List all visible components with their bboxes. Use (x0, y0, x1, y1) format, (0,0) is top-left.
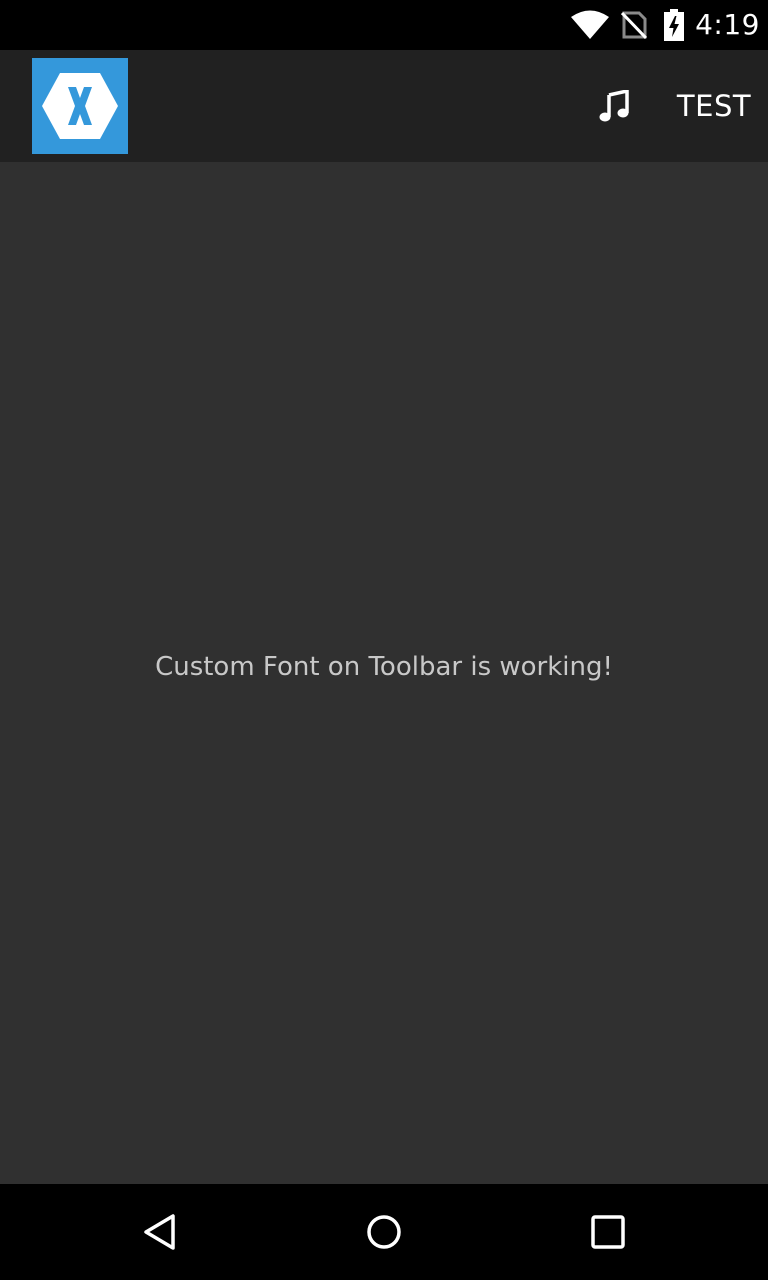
status-message: Custom Font on Toolbar is working! (155, 652, 613, 682)
recents-icon[interactable] (558, 1184, 658, 1280)
back-icon[interactable] (110, 1184, 210, 1280)
status-time: 4:19 (695, 8, 760, 41)
toolbar: TEST (0, 50, 768, 162)
test-action-button[interactable]: TEST (664, 50, 764, 162)
app-screen: 4:19 TEST Custom Font on Toolbar is work… (0, 0, 768, 1280)
music-note-icon[interactable] (584, 50, 644, 162)
home-icon[interactable] (334, 1184, 434, 1280)
wifi-icon (568, 0, 612, 50)
navigation-bar (0, 1184, 768, 1280)
battery-charging-icon (660, 0, 688, 50)
xamarin-logo-icon[interactable] (32, 58, 128, 154)
status-bar: 4:19 (0, 0, 768, 50)
no-sim-icon (618, 0, 650, 50)
main-content: Custom Font on Toolbar is working! (0, 162, 768, 1184)
